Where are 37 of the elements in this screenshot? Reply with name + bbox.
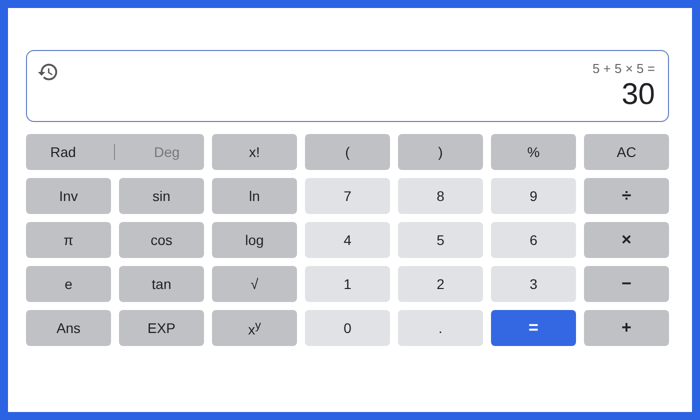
digit-key[interactable]: 4	[305, 222, 390, 258]
digit-key[interactable]: 3	[491, 266, 576, 302]
result-text: 30	[622, 78, 655, 112]
function-key[interactable]: tan	[119, 266, 204, 302]
digit-key[interactable]: 9	[491, 178, 576, 214]
function-key[interactable]: )	[398, 134, 483, 170]
function-key[interactable]: Ans	[26, 310, 111, 346]
function-key[interactable]: x$^{y}$	[212, 310, 297, 346]
function-key[interactable]: √	[212, 266, 297, 302]
equals-key[interactable]: =	[491, 310, 576, 346]
expression-text: 5 + 5 × 5 =	[592, 61, 655, 76]
digit-key[interactable]: 1	[305, 266, 390, 302]
function-key[interactable]: e	[26, 266, 111, 302]
function-key[interactable]: π	[26, 222, 111, 258]
function-key[interactable]: log	[212, 222, 297, 258]
operator-key[interactable]: −	[584, 266, 669, 302]
digit-key[interactable]: 5	[398, 222, 483, 258]
history-icon[interactable]	[37, 61, 59, 83]
function-key[interactable]: (	[305, 134, 390, 170]
function-key[interactable]: AC	[584, 134, 669, 170]
operator-key[interactable]: ÷	[584, 178, 669, 214]
digit-key[interactable]: 7	[305, 178, 390, 214]
digit-key[interactable]: 6	[491, 222, 576, 258]
digit-key[interactable]: 8	[398, 178, 483, 214]
digit-key[interactable]: 2	[398, 266, 483, 302]
function-key[interactable]: %	[491, 134, 576, 170]
digit-key[interactable]: .	[398, 310, 483, 346]
function-key[interactable]: Inv	[26, 178, 111, 214]
function-key[interactable]: cos	[119, 222, 204, 258]
function-key[interactable]: ln	[212, 178, 297, 214]
function-key[interactable]: EXP	[119, 310, 204, 346]
operator-key[interactable]: +	[584, 310, 669, 346]
function-key[interactable]: x!	[212, 134, 297, 170]
function-key[interactable]: sin	[119, 178, 204, 214]
digit-key[interactable]: 0	[305, 310, 390, 346]
operator-key[interactable]: ×	[584, 222, 669, 258]
angle-mode-option[interactable]: Rad	[40, 140, 86, 164]
